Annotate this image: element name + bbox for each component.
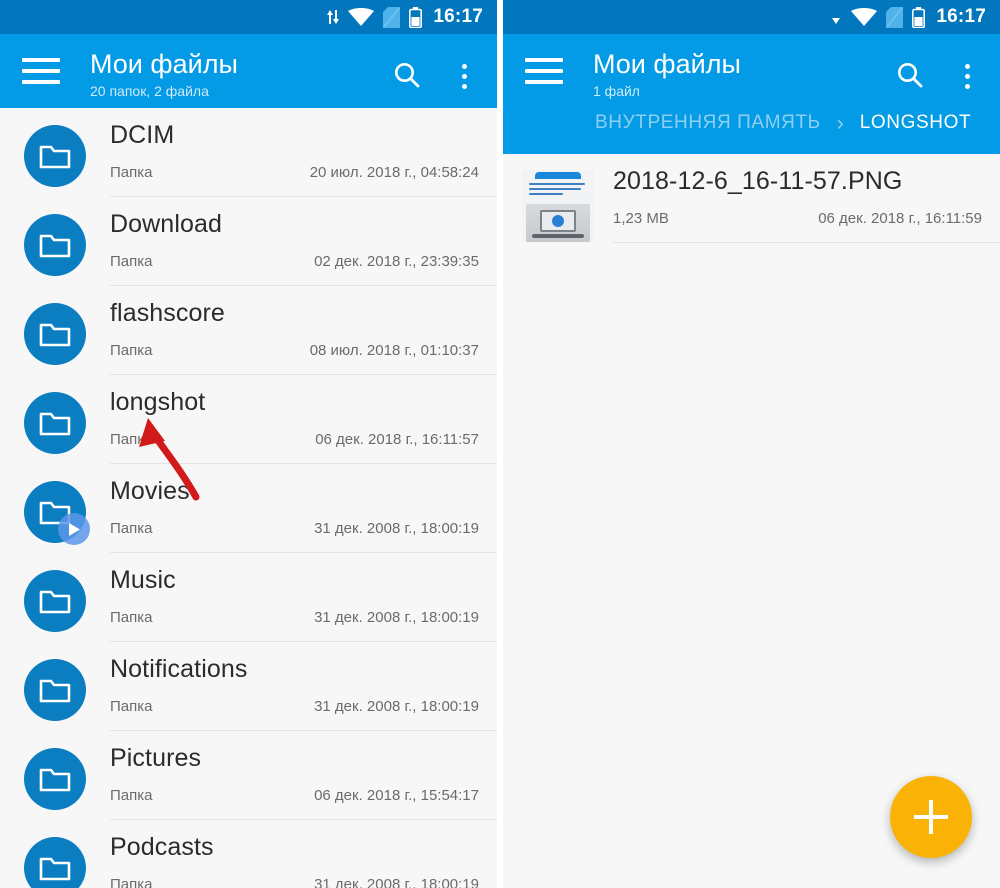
right-screen: 16:17 Мои файлы 1 файл ВНУТРЕННЯЯ ПАМЯТЬ [503,0,1000,888]
item-date: 31 дек. 2008 г., 18:00:19 [314,520,479,537]
overflow-menu-icon[interactable] [959,60,976,93]
list-item[interactable]: Music Папка 31 дек. 2008 г., 18:00:19 [0,553,497,642]
item-date: 31 дек. 2008 г., 18:00:19 [314,609,479,626]
item-name: 2018-12-6_16-11-57.PNG [613,167,903,195]
item-name: Podcasts [110,833,214,861]
left-app-bar: Мои файлы 20 папок, 2 файла [0,34,497,108]
list-item[interactable]: Notifications Папка 31 дек. 2008 г., 18:… [0,642,497,731]
right-bar-actions [895,46,986,93]
list-item[interactable]: Movies Папка 31 дек. 2008 г., 18:00:19 [0,464,497,553]
item-date: 31 дек. 2008 г., 18:00:19 [314,698,479,715]
breadcrumb-current[interactable]: LONGSHOT [860,112,971,134]
status-time: 16:17 [433,6,483,27]
plus-icon [914,800,948,834]
item-name: Movies [110,477,190,505]
item-name: DCIM [110,121,175,149]
folder-icon [0,116,110,187]
item-name: Pictures [110,744,202,772]
item-date: 06 дек. 2018 г., 16:11:59 [818,210,982,227]
item-date: 06 дек. 2018 г., 15:54:17 [314,787,479,804]
list-item[interactable]: DCIM Папка 20 июл. 2018 г., 04:58:24 [0,108,497,197]
item-date: 20 июл. 2018 г., 04:58:24 [309,164,479,181]
folder-icon [0,294,110,365]
row-divider [613,242,1000,243]
page-subtitle: 20 папок, 2 файла [90,83,209,99]
list-item[interactable]: Pictures Папка 06 дек. 2018 г., 15:54:17 [0,731,497,820]
item-name: longshot [110,388,206,416]
right-app-bar: Мои файлы 1 файл ВНУТРЕННЯЯ ПАМЯТЬ › LON… [503,34,1000,154]
item-kind: Папка [110,876,153,888]
search-icon[interactable] [392,60,422,90]
breadcrumb-root[interactable]: ВНУТРЕННЯЯ ПАМЯТЬ [595,112,821,134]
item-name: flashscore [110,299,225,327]
folder-icon [0,828,110,888]
left-file-list[interactable]: DCIM Папка 20 июл. 2018 г., 04:58:24 Dow… [0,108,497,888]
folder-icon [0,739,110,810]
data-transfer-icon [326,8,340,26]
item-kind: Папка [110,431,153,448]
sim-off-icon [886,6,904,28]
left-status-bar: 16:17 [0,0,497,34]
status-time: 16:17 [936,6,986,27]
hamburger-icon[interactable] [22,46,68,84]
list-item[interactable]: Podcasts Папка 31 дек. 2008 г., 18:00:19 [0,820,497,888]
list-item[interactable]: 2018-12-6_16-11-57.PNG 1,23 MB 06 дек. 2… [503,154,1000,243]
sim-off-icon [383,6,401,28]
item-kind: Папка [110,698,153,715]
breadcrumb: ВНУТРЕННЯЯ ПАМЯТЬ › LONGSHOT [517,108,986,154]
item-kind: Папка [110,342,153,359]
item-name: Notifications [110,655,248,683]
right-status-bar: 16:17 [503,0,1000,34]
folder-icon [0,561,110,632]
item-kind: Папка [110,520,153,537]
folder-icon [0,650,110,721]
add-button[interactable] [890,776,972,858]
list-item-longshot[interactable]: longshot Папка 06 дек. 2018 г., 16:11:57 [0,375,497,464]
overflow-menu-icon[interactable] [456,60,473,93]
right-title-block: Мои файлы 1 файл [593,46,895,101]
item-name: Music [110,566,176,594]
dual-screenshot-container: 16:17 Мои файлы 20 папок, 2 файла DCIM П… [0,0,1000,888]
dropdown-icon [830,8,842,26]
item-size: 1,23 MB [613,210,669,227]
page-subtitle: 1 файл [593,83,640,99]
page-title: Мои файлы [593,49,741,79]
left-screen: 16:17 Мои файлы 20 папок, 2 файла DCIM П… [0,0,497,888]
item-kind: Папка [110,253,153,270]
item-kind: Папка [110,164,153,181]
folder-icon [0,472,110,545]
battery-icon [409,6,423,28]
wifi-icon [348,7,375,27]
play-badge-icon [58,513,90,545]
chevron-right-icon: › [836,111,844,135]
item-date: 06 дек. 2018 г., 16:11:57 [315,431,479,448]
folder-icon [0,205,110,276]
left-bar-actions [392,46,483,93]
wifi-icon [851,7,878,27]
left-title-block: Мои файлы 20 папок, 2 файла [90,46,392,101]
list-item[interactable]: Download Папка 02 дек. 2018 г., 23:39:35 [0,197,497,286]
hamburger-icon[interactable] [525,46,571,84]
battery-icon [912,6,926,28]
item-date: 31 дек. 2008 г., 18:00:19 [314,876,479,888]
item-kind: Папка [110,609,153,626]
page-title: Мои файлы [90,49,238,79]
item-kind: Папка [110,787,153,804]
image-thumbnail [503,162,613,242]
list-item[interactable]: flashscore Папка 08 июл. 2018 г., 01:10:… [0,286,497,375]
item-date: 08 июл. 2018 г., 01:10:37 [309,342,479,359]
folder-icon [0,383,110,454]
item-name: Download [110,210,222,238]
item-date: 02 дек. 2018 г., 23:39:35 [314,253,479,270]
search-icon[interactable] [895,60,925,90]
